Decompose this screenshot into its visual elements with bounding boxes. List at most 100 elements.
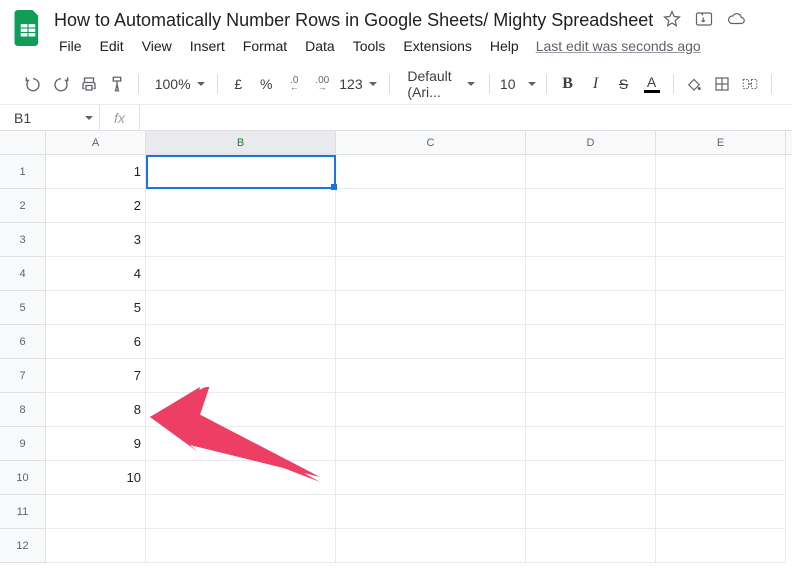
cell[interactable] — [656, 427, 786, 461]
cell[interactable] — [146, 155, 336, 189]
column-header-c[interactable]: C — [336, 131, 526, 154]
cell[interactable]: 9 — [46, 427, 146, 461]
cell[interactable] — [46, 529, 146, 563]
cell[interactable] — [656, 495, 786, 529]
cell[interactable]: 7 — [46, 359, 146, 393]
bold-button[interactable]: B — [555, 71, 581, 97]
cell[interactable]: 6 — [46, 325, 146, 359]
formula-input[interactable] — [140, 105, 792, 130]
menu-help[interactable]: Help — [483, 34, 526, 58]
zoom-select[interactable]: 100% — [147, 76, 209, 92]
menu-extensions[interactable]: Extensions — [396, 34, 478, 58]
cell[interactable]: 3 — [46, 223, 146, 257]
cell[interactable] — [656, 291, 786, 325]
cell[interactable] — [656, 325, 786, 359]
cell[interactable] — [526, 189, 656, 223]
text-color-button[interactable]: A — [639, 71, 665, 97]
cloud-status-icon[interactable] — [727, 10, 745, 31]
menu-insert[interactable]: Insert — [183, 34, 232, 58]
row-header[interactable]: 11 — [0, 495, 46, 529]
cell[interactable] — [336, 257, 526, 291]
cell[interactable] — [526, 495, 656, 529]
cell[interactable] — [336, 325, 526, 359]
italic-button[interactable]: I — [583, 71, 609, 97]
column-header-d[interactable]: D — [526, 131, 656, 154]
menu-format[interactable]: Format — [236, 34, 294, 58]
cell[interactable] — [526, 291, 656, 325]
menu-file[interactable]: File — [52, 34, 89, 58]
cell[interactable] — [336, 495, 526, 529]
cell[interactable] — [46, 495, 146, 529]
cell[interactable] — [526, 325, 656, 359]
cell[interactable]: 8 — [46, 393, 146, 427]
cell[interactable] — [146, 393, 336, 427]
cell[interactable] — [656, 189, 786, 223]
row-header[interactable]: 5 — [0, 291, 46, 325]
menu-edit[interactable]: Edit — [93, 34, 131, 58]
row-header[interactable]: 12 — [0, 529, 46, 563]
cell[interactable] — [526, 257, 656, 291]
cell[interactable] — [656, 393, 786, 427]
cell[interactable] — [146, 189, 336, 223]
decrease-decimal-button[interactable]: .0← — [281, 71, 307, 97]
cell[interactable]: 5 — [46, 291, 146, 325]
cell[interactable] — [656, 461, 786, 495]
currency-button[interactable]: £ — [225, 71, 251, 97]
cell[interactable] — [526, 223, 656, 257]
cell[interactable] — [526, 427, 656, 461]
row-header[interactable]: 6 — [0, 325, 46, 359]
name-box[interactable]: B1 — [0, 105, 100, 130]
row-header[interactable]: 2 — [0, 189, 46, 223]
cell[interactable]: 1 — [46, 155, 146, 189]
select-all-corner[interactable] — [0, 131, 46, 154]
row-header[interactable]: 8 — [0, 393, 46, 427]
percent-button[interactable]: % — [253, 71, 279, 97]
cell[interactable] — [336, 291, 526, 325]
row-header[interactable]: 1 — [0, 155, 46, 189]
column-header-a[interactable]: A — [46, 131, 146, 154]
cell[interactable] — [656, 155, 786, 189]
cell[interactable] — [526, 155, 656, 189]
cell[interactable] — [336, 461, 526, 495]
cell[interactable] — [146, 223, 336, 257]
cell[interactable] — [526, 529, 656, 563]
cell[interactable] — [146, 427, 336, 461]
strikethrough-button[interactable]: S — [611, 71, 637, 97]
cell[interactable] — [526, 359, 656, 393]
cell[interactable] — [656, 257, 786, 291]
star-icon[interactable] — [663, 10, 681, 31]
menu-view[interactable]: View — [135, 34, 179, 58]
cell[interactable] — [656, 359, 786, 393]
paint-format-button[interactable] — [104, 71, 130, 97]
undo-button[interactable] — [20, 71, 46, 97]
print-button[interactable] — [76, 71, 102, 97]
cell[interactable] — [336, 189, 526, 223]
row-header[interactable]: 4 — [0, 257, 46, 291]
cell[interactable] — [146, 359, 336, 393]
cell[interactable] — [526, 393, 656, 427]
font-size-select[interactable]: 10 — [498, 76, 538, 92]
cell[interactable] — [656, 223, 786, 257]
cell[interactable] — [526, 461, 656, 495]
borders-button[interactable] — [709, 71, 735, 97]
cell[interactable]: 4 — [46, 257, 146, 291]
merge-cells-button[interactable] — [737, 71, 763, 97]
row-header[interactable]: 3 — [0, 223, 46, 257]
column-header-e[interactable]: E — [656, 131, 786, 154]
increase-decimal-button[interactable]: .00→ — [309, 71, 335, 97]
cell[interactable] — [656, 529, 786, 563]
cell[interactable] — [336, 529, 526, 563]
sheets-logo[interactable] — [8, 8, 48, 48]
cell[interactable]: 10 — [46, 461, 146, 495]
fill-color-button[interactable] — [681, 71, 707, 97]
cell[interactable] — [146, 325, 336, 359]
cell[interactable] — [336, 427, 526, 461]
more-formats-button[interactable]: 123 — [337, 76, 380, 92]
column-header-b[interactable]: B — [146, 131, 336, 154]
redo-button[interactable] — [48, 71, 74, 97]
cell[interactable]: 2 — [46, 189, 146, 223]
document-title[interactable]: How to Automatically Number Rows in Goog… — [54, 10, 653, 31]
row-header[interactable]: 9 — [0, 427, 46, 461]
cell[interactable] — [146, 529, 336, 563]
row-header[interactable]: 7 — [0, 359, 46, 393]
